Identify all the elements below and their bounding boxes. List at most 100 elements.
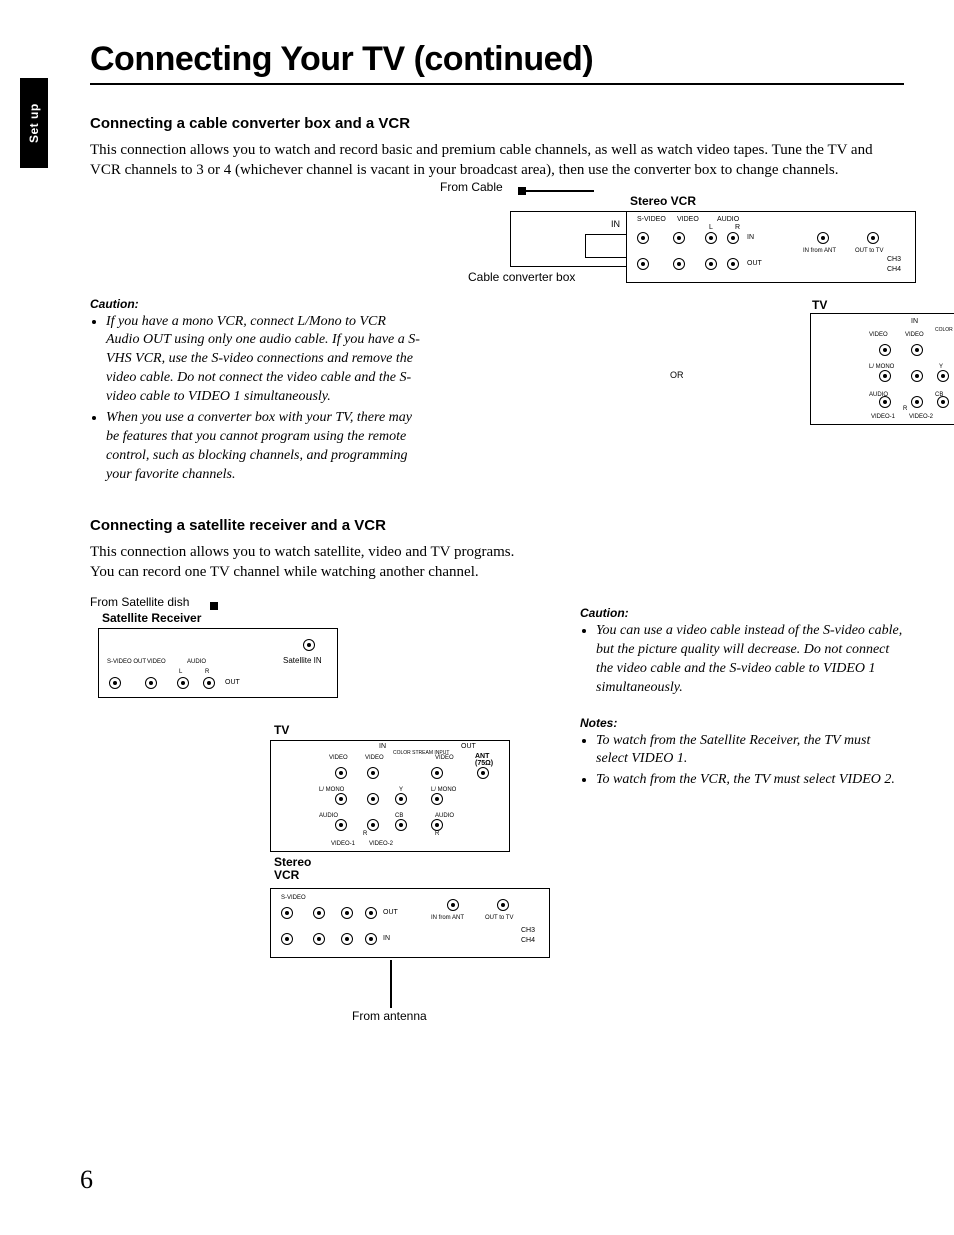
- jack-icon: [281, 907, 293, 919]
- jack-icon: [637, 232, 649, 244]
- label-in-from-ant2: IN from ANT: [431, 915, 464, 921]
- label-satellite-receiver: Satellite Receiver: [102, 612, 201, 624]
- label-svideo: S-VIDEO: [637, 216, 666, 223]
- label-out6: OUT: [383, 909, 398, 916]
- caution-label-2: Caution:: [580, 606, 904, 620]
- section1-caution-list: If you have a mono VCR, connect L/Mono t…: [90, 313, 420, 485]
- section1-caution-item: If you have a mono VCR, connect L/Mono t…: [106, 313, 420, 407]
- jack-icon: [867, 232, 879, 244]
- jack-icon: [879, 370, 891, 382]
- box-stereo-vcr2: S-VIDEO OUT IN IN from ANT: [270, 888, 550, 958]
- sat-endpoint-icon: [210, 602, 218, 610]
- label-out4: OUT: [225, 679, 240, 686]
- cable-endpoint-icon: [518, 187, 526, 195]
- label-satellite-in: Satellite IN: [283, 657, 322, 665]
- label-r3: R: [903, 406, 907, 412]
- jack-icon: [177, 677, 189, 689]
- page-number: 6: [80, 1165, 93, 1195]
- wire: [390, 960, 392, 1008]
- label-tv2: TV: [274, 724, 289, 736]
- wire: [526, 190, 594, 192]
- label-stereo-vcr: Stereo VCR: [630, 195, 696, 207]
- jack-icon: [395, 793, 407, 805]
- box-satellite-receiver: Satellite IN S-VIDEO OUT VIDEO AUDIO L R…: [98, 628, 338, 698]
- label-video-1b: VIDEO-1: [331, 841, 355, 847]
- caution-label-1: Caution:: [90, 297, 420, 311]
- jack-icon: [911, 396, 923, 408]
- label-video6: VIDEO: [329, 755, 348, 761]
- section2-body1: This connection allows you to watch sate…: [90, 542, 904, 562]
- label-video-2: VIDEO-2: [909, 414, 933, 420]
- label-ch4: CH4: [887, 266, 901, 273]
- jack-icon: [937, 396, 949, 408]
- label-ch3: CH3: [887, 256, 901, 263]
- label-ant2: ANT (75Ω): [475, 753, 509, 767]
- diagram-satellite-vcr: From Satellite dish Satellite Receiver S…: [90, 596, 550, 1026]
- label-audio4: AUDIO: [187, 659, 206, 665]
- label-out2: OUT: [747, 260, 762, 267]
- label-video: VIDEO: [677, 216, 699, 223]
- section1-body: This connection allows you to watch and …: [90, 140, 904, 181]
- jack-icon: [727, 232, 739, 244]
- box-stereo-vcr: S-VIDEO VIDEO AUDIO L R IN OUT: [626, 211, 916, 283]
- jack-icon: [145, 677, 157, 689]
- main-content: Connecting Your TV (continued) Connectin…: [90, 40, 904, 1026]
- jack-icon: [335, 793, 347, 805]
- jack-icon: [313, 907, 325, 919]
- jack-icon: [879, 344, 891, 356]
- label-video-1: VIDEO-1: [871, 414, 895, 420]
- jack-icon: [637, 258, 649, 270]
- jack-icon: [911, 344, 923, 356]
- side-tab-setup: Set up: [20, 78, 48, 168]
- section1-caution-col: Caution: If you have a mono VCR, connect…: [90, 187, 420, 487]
- section2-notes-item: To watch from the VCR, the TV must selec…: [596, 771, 904, 790]
- jack-icon: [879, 396, 891, 408]
- jack-icon: [705, 232, 717, 244]
- label-in-from-ant: IN from ANT: [803, 248, 836, 254]
- label-video5: VIDEO: [147, 659, 166, 665]
- section2-caution-list: You can use a video cable instead of the…: [580, 622, 904, 698]
- jack-icon: [367, 819, 379, 831]
- jack-icon: [335, 767, 347, 779]
- label-out-to-tv: OUT to TV: [855, 248, 883, 254]
- label-R: R: [735, 224, 740, 231]
- box-tv: IN OUT ANT (75Ω) VIDEO VIDEO COLOR STREA…: [810, 313, 954, 425]
- label-out5: OUT: [461, 743, 476, 750]
- label-in: IN: [611, 220, 620, 229]
- label-audio: AUDIO: [717, 216, 739, 223]
- jack-icon: [367, 793, 379, 805]
- label-svideo-out: S-VIDEO OUT: [107, 659, 146, 665]
- jack-icon: [281, 933, 293, 945]
- jack-icon: [431, 767, 443, 779]
- label-video3: VIDEO: [905, 332, 924, 338]
- label-video8: VIDEO: [435, 755, 454, 761]
- label-stereo-vcr2: StereoVCR: [274, 856, 311, 882]
- label-video7: VIDEO: [365, 755, 384, 761]
- section2-notes-item: To watch from the Satellite Receiver, th…: [596, 732, 904, 770]
- jack-icon: [673, 258, 685, 270]
- box-tv2: IN OUT VIDEO VIDEO COLOR STREAM INPUT VI…: [270, 740, 510, 852]
- jack-icon: [395, 819, 407, 831]
- label-in2: IN: [747, 234, 754, 241]
- section1-heading: Connecting a cable converter box and a V…: [90, 115, 904, 132]
- label-from-antenna: From antenna: [352, 1010, 427, 1022]
- jack-icon: [431, 793, 443, 805]
- jack-icon: [341, 933, 353, 945]
- jack-icon: [109, 677, 121, 689]
- label-ch3b: CH3: [521, 927, 535, 934]
- label-from-cable: From Cable: [440, 181, 503, 193]
- label-video-2b: VIDEO-2: [369, 841, 393, 847]
- section2-heading: Connecting a satellite receiver and a VC…: [90, 517, 904, 534]
- label-cable-converter-box: Cable converter box: [468, 271, 575, 283]
- label-R3: R: [205, 669, 209, 675]
- label-svideo2: S-VIDEO: [281, 895, 306, 901]
- section2-right-col: Caution: You can use a video cable inste…: [580, 596, 904, 792]
- jack-icon: [705, 258, 717, 270]
- jack-icon: [497, 899, 509, 911]
- label-L3: L: [179, 669, 182, 675]
- label-in4: IN: [379, 743, 386, 750]
- label-L: L: [709, 224, 713, 231]
- section2-body2: You can record one TV channel while watc…: [90, 562, 904, 582]
- jack-icon: [335, 819, 347, 831]
- jack-icon: [303, 639, 315, 651]
